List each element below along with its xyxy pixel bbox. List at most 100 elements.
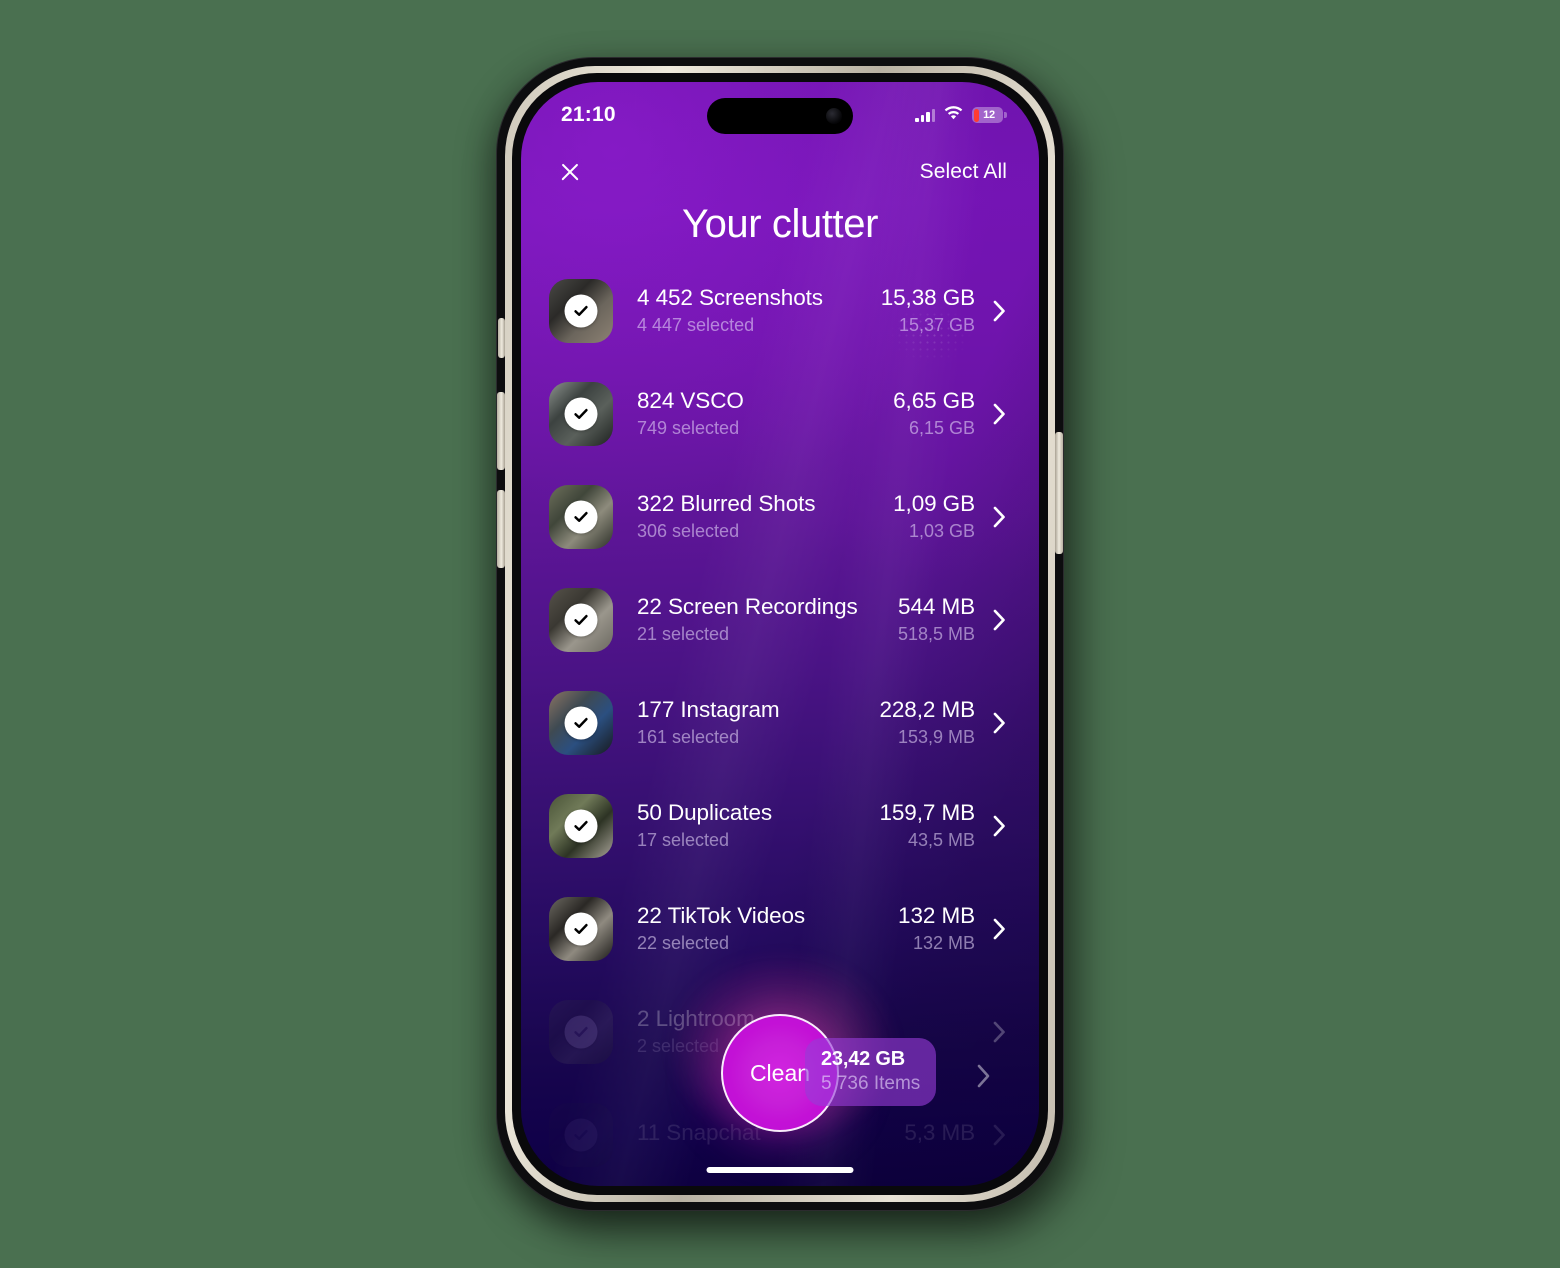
row-size: 1,09 GB 1,03 GB (893, 491, 975, 544)
checkmark-icon[interactable] (564, 706, 598, 740)
dynamic-island (707, 98, 853, 134)
power-button[interactable] (1055, 432, 1063, 554)
row-thumbnail[interactable] (549, 1000, 613, 1064)
chevron-right-icon[interactable] (991, 712, 1007, 734)
row-text: 22 TikTok Videos 22 selected (637, 903, 898, 956)
checkmark-icon[interactable] (564, 603, 598, 637)
clutter-row[interactable]: 22 TikTok Videos 22 selected 132 MB 132 MB (521, 888, 1039, 970)
checkmark-icon[interactable] (564, 912, 598, 946)
chevron-right-icon[interactable] (991, 815, 1007, 837)
row-size-selected: 132 MB (912, 933, 975, 954)
checkmark-icon[interactable] (564, 397, 598, 431)
row-size: 15,38 GB 15,37 GB (881, 285, 975, 338)
front-camera-icon (826, 108, 842, 124)
chevron-right-icon[interactable] (991, 403, 1007, 425)
row-text: 4 452 Screenshots 4 447 selected (637, 285, 881, 338)
volume-up-button[interactable] (497, 392, 505, 470)
row-title: 322 Blurred Shots (637, 490, 816, 516)
row-thumbnail[interactable] (549, 1103, 613, 1167)
row-size: 5,3 MB (904, 1120, 975, 1150)
clutter-row[interactable]: 177 Instagram 161 selected 228,2 MB 153,9 M… (521, 682, 1039, 764)
checkmark-icon[interactable] (564, 500, 598, 534)
status-bar-time: 21:10 (561, 103, 616, 126)
row-subtitle: 17 selected (637, 830, 730, 851)
clutter-row[interactable]: 4 452 Screenshots 4 447 selected 15,38 GB 1… (521, 270, 1039, 352)
status-bar-indicators: 12 (915, 105, 1007, 125)
row-size-total: 544 MB (898, 593, 975, 619)
row-size: 159,7 MB 43,5 MB (879, 800, 975, 853)
wifi-icon (944, 105, 963, 125)
clutter-row[interactable]: 824 VSCO 749 selected 6,65 GB 6,15 GB (521, 373, 1039, 455)
row-size-selected: 15,37 GB (898, 315, 975, 336)
row-subtitle: 306 selected (637, 521, 740, 542)
summary-total-size: 23,42 GB (821, 1048, 906, 1070)
chevron-right-icon[interactable] (991, 609, 1007, 631)
cellular-bars-icon (915, 108, 935, 122)
row-title: 177 Instagram (637, 696, 780, 722)
chevron-right-icon[interactable] (991, 1124, 1007, 1146)
row-subtitle: 21 selected (637, 624, 730, 645)
row-size-selected: 1,03 GB (908, 521, 975, 542)
summary-total-items: 5 736 Items (821, 1073, 921, 1094)
row-size-selected: 6,15 GB (908, 418, 975, 439)
battery-cap (1004, 112, 1007, 118)
row-text: 50 Duplicates 17 selected (637, 800, 879, 853)
row-title: 824 VSCO (637, 387, 744, 413)
row-thumbnail[interactable] (549, 691, 613, 755)
silent-switch-button[interactable] (498, 318, 505, 358)
row-title: 22 TikTok Videos (637, 902, 806, 928)
row-size-selected: 43,5 MB (907, 830, 975, 851)
chevron-right-icon[interactable] (977, 1064, 991, 1093)
volume-down-button[interactable] (497, 490, 505, 568)
row-thumbnail[interactable] (549, 897, 613, 961)
chevron-right-icon[interactable] (991, 300, 1007, 322)
row-thumbnail[interactable] (549, 279, 613, 343)
close-icon[interactable] (553, 155, 587, 189)
row-size-selected: 518,5 MB (897, 624, 975, 645)
row-size-total: 1,09 GB (893, 490, 975, 516)
battery-level-label: 12 (983, 109, 995, 121)
battery-icon: 12 (972, 107, 1007, 123)
row-size: 544 MB 518,5 MB (898, 594, 975, 647)
row-size: 228,2 MB 153,9 MB (879, 697, 975, 750)
checkmark-icon[interactable] (564, 294, 598, 328)
row-subtitle: 749 selected (637, 418, 740, 439)
row-thumbnail[interactable] (549, 485, 613, 549)
row-title: 22 Screen Recordings (637, 593, 858, 619)
row-size-total: 228,2 MB (879, 696, 975, 722)
row-size-total: 132 MB (898, 902, 975, 928)
row-subtitle: 4 447 selected (637, 315, 755, 336)
clutter-row[interactable]: 22 Screen Recordings 21 selected 544 MB 518… (521, 579, 1039, 661)
row-thumbnail[interactable] (549, 382, 613, 446)
clutter-row[interactable]: 322 Blurred Shots 306 selected 1,09 GB 1,03… (521, 476, 1039, 558)
row-subtitle: 22 selected (637, 933, 730, 954)
row-text: 22 Screen Recordings 21 selected (637, 594, 898, 647)
row-size-selected: 153,9 MB (897, 727, 975, 748)
row-size: 6,65 GB 6,15 GB (893, 388, 975, 441)
page-title: Your clutter (681, 202, 879, 246)
row-subtitle: 161 selected (637, 727, 740, 748)
checkmark-icon[interactable] (564, 1015, 598, 1049)
row-title: 50 Duplicates (637, 799, 773, 825)
chevron-right-icon[interactable] (991, 506, 1007, 528)
home-indicator (706, 1167, 854, 1173)
row-thumbnail[interactable] (549, 794, 613, 858)
row-size: 132 MB 132 MB (898, 903, 975, 956)
clutter-row[interactable]: 50 Duplicates 17 selected 159,7 MB 43,5 MB (521, 785, 1039, 867)
checkmark-icon[interactable] (564, 809, 598, 843)
row-size-total: 159,7 MB (879, 799, 975, 825)
checkmark-icon[interactable] (564, 1118, 598, 1152)
phone-screen: 21:10 12 Select All Your clutter 4 452 S… (521, 82, 1039, 1186)
row-size-total: 15,38 GB (880, 284, 975, 310)
row-thumbnail[interactable] (549, 588, 613, 652)
screenshot-stage: 21:10 12 Select All Your clutter 4 452 S… (0, 0, 1560, 1268)
row-title: 4 452 Screenshots (637, 284, 823, 310)
row-size-total: 5,3 MB (904, 1120, 975, 1146)
row-text: 824 VSCO 749 selected (637, 388, 893, 441)
summary-badge[interactable]: 23,42 GB 5 736 Items (805, 1038, 937, 1106)
select-all-button[interactable]: Select All (920, 160, 1007, 184)
chevron-right-icon[interactable] (991, 1021, 1007, 1043)
chevron-right-icon[interactable] (991, 918, 1007, 940)
row-text: 177 Instagram 161 selected (637, 697, 879, 750)
row-size-total: 6,65 GB (893, 387, 975, 413)
